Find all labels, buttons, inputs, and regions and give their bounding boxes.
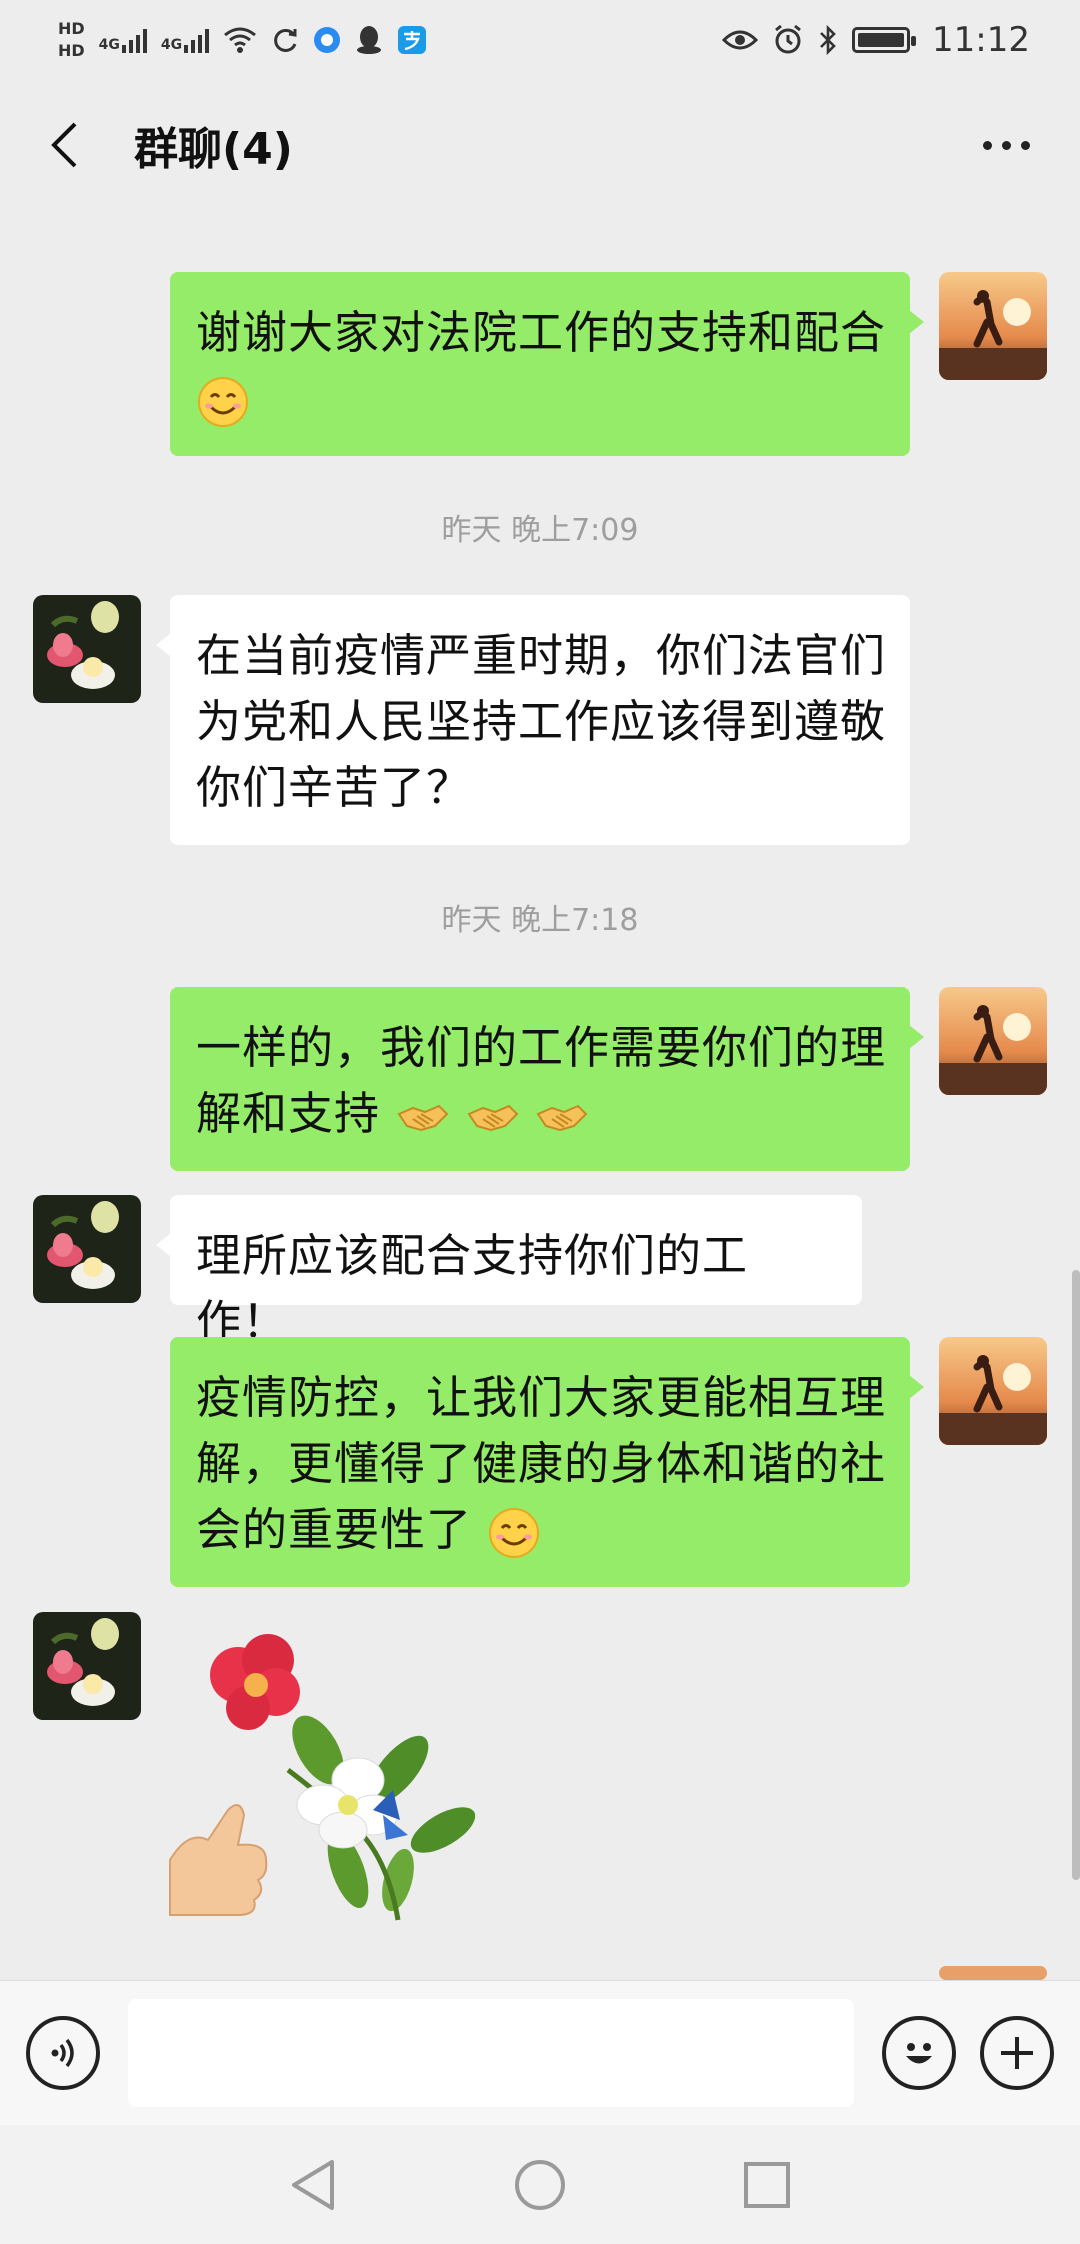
flower-thumbs-up-sticker[interactable] (168, 1630, 508, 1930)
more-functions-button[interactable] (980, 2016, 1054, 2090)
browser-app-icon (314, 27, 341, 53)
message-line: 疫情防控，让我们大家更能相互理 (196, 1371, 887, 1424)
emoji-button[interactable] (882, 2016, 956, 2090)
my-message-bubble[interactable]: 疫情防控，让我们大家更能相互理 解，更懂得了健康的身体和谐的社 会的重要性了 (170, 1337, 924, 1587)
status-bar-right: 11:12 (722, 20, 1030, 60)
status-bar-left: HD HD 4G 4G (58, 18, 427, 62)
voice-icon (51, 2038, 74, 2068)
hd-label-1: HD (58, 19, 85, 38)
lotus-avatar-icon (33, 1195, 141, 1303)
handshake-emoji-icon (536, 1104, 588, 1132)
input-bar (0, 1980, 1080, 2125)
plus-icon (1001, 2037, 1033, 2069)
message-text: 理所应该配合支持你们的工作！ (196, 1229, 749, 1348)
message-input[interactable] (128, 1999, 854, 2107)
smile-emoji-icon (198, 377, 248, 427)
wifi-icon (224, 27, 257, 53)
square-recents-icon (743, 2161, 790, 2208)
back-arrow-icon (51, 122, 77, 168)
battery-icon (852, 27, 917, 53)
more-dot-icon (1001, 140, 1011, 150)
message-line: 解，更懂得了健康的身体和谐的社 (196, 1437, 887, 1490)
alarm-icon (775, 24, 801, 54)
handshake-emoji-icon (397, 1104, 449, 1132)
chat-title: 群聊(4) (134, 124, 293, 175)
contact-avatar[interactable] (33, 595, 141, 703)
bluetooth-icon (820, 24, 836, 56)
system-nav-bar (0, 2125, 1080, 2244)
my-message-bubble[interactable]: 一样的，我们的工作需要你们的理 解和支持 (170, 987, 924, 1171)
contact-avatar[interactable] (33, 1612, 141, 1720)
emoji-face-icon (906, 2043, 932, 2064)
chat-header: 群聊(4) (0, 80, 1080, 210)
eye-icon (722, 30, 759, 50)
timestamp: 昨天 晚上7:09 (441, 513, 639, 548)
my-avatar[interactable] (939, 987, 1047, 1095)
handshake-emoji-icon (467, 1104, 519, 1132)
more-dot-icon (982, 140, 992, 150)
network-type-2: 4G (160, 37, 183, 53)
more-dot-icon (1020, 140, 1030, 150)
more-options-button[interactable] (966, 115, 1046, 175)
nav-recents-button[interactable] (732, 2150, 802, 2220)
alipay-icon (398, 26, 427, 54)
status-time: 11:12 (932, 20, 1030, 60)
hd-indicator: HD HD (58, 18, 85, 62)
contact-message-bubble[interactable]: 理所应该配合支持你们的工作！ (156, 1195, 862, 1348)
my-message-bubble[interactable]: 谢谢大家对法院工作的支持和配合 (170, 272, 924, 456)
message-line: 会的重要性了 (196, 1503, 473, 1556)
runner-avatar-icon (939, 1337, 1047, 1445)
smile-emoji-icon (489, 1508, 540, 1558)
scrollbar[interactable] (1072, 1270, 1080, 1880)
voice-button[interactable] (26, 2016, 100, 2090)
message-line: 为党和人民坚持工作应该得到遵敬 (196, 695, 887, 748)
message-list[interactable]: 谢谢大家对法院工作的支持和配合 昨天 晚上7:09 在当前疫情严重时期，你们法官… (0, 210, 1080, 1980)
lotus-avatar-icon (33, 1612, 141, 1720)
signal-2-icon: 4G (160, 27, 210, 53)
message-text: 谢谢大家对法院工作的支持和配合 (196, 306, 887, 359)
message-line: 你们辛苦了？ (196, 761, 473, 814)
status-bar: HD HD 4G 4G 11:12 (0, 0, 1080, 80)
message-line: 解和支持 (196, 1087, 381, 1140)
hd-label-2: HD (58, 41, 85, 60)
circle-home-icon (514, 2159, 565, 2210)
my-avatar[interactable] (939, 1337, 1047, 1445)
message-line: 一样的，我们的工作需要你们的理 (196, 1021, 887, 1074)
back-button[interactable] (34, 115, 94, 175)
timestamp: 昨天 晚上7:18 (441, 903, 639, 938)
message-line: 在当前疫情严重时期，你们法官们 (196, 629, 887, 682)
triangle-back-icon (292, 2159, 335, 2210)
nav-home-button[interactable] (505, 2150, 575, 2220)
contact-message-bubble[interactable]: 在当前疫情严重时期，你们法官们 为党和人民坚持工作应该得到遵敬 你们辛苦了？ (156, 595, 910, 845)
network-type-1: 4G (98, 37, 120, 53)
qq-icon (357, 26, 382, 54)
sync-icon (274, 28, 297, 52)
my-avatar[interactable] (939, 272, 1047, 380)
contact-avatar[interactable] (33, 1195, 141, 1303)
runner-avatar-icon (939, 987, 1047, 1095)
lotus-avatar-icon (33, 595, 141, 703)
my-avatar[interactable] (939, 1966, 1047, 1980)
nav-back-button[interactable] (278, 2150, 348, 2220)
signal-1-icon: 4G (99, 27, 147, 53)
runner-avatar-icon (939, 272, 1047, 380)
